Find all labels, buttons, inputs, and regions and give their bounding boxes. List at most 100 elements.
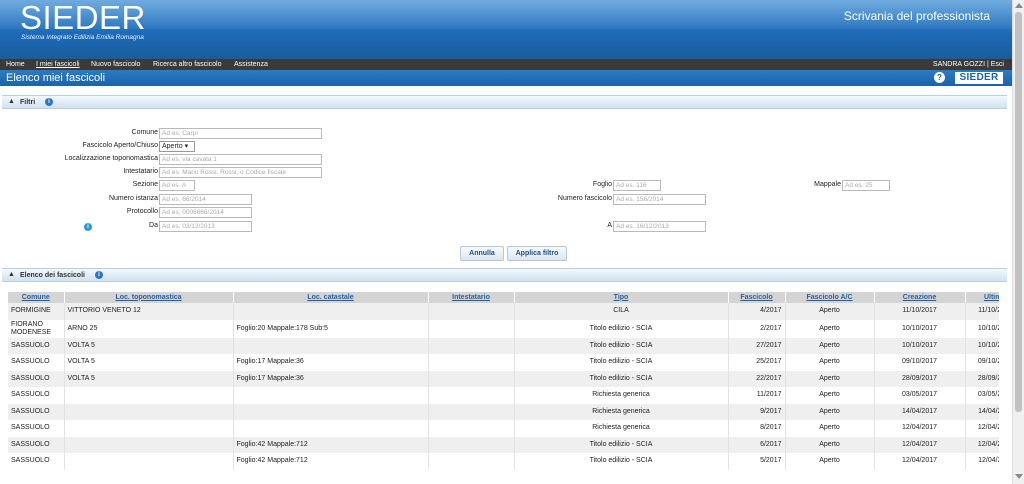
table-row[interactable]: SASSUOLO VOLTA 5 Titolo edilizio - SCIA 27/… <box>8 337 999 354</box>
cell-loc-toponomastica <box>64 420 234 437</box>
table-row[interactable]: SASSUOLO Richiesta generica 11/2017 Aperto 0… <box>8 387 999 404</box>
col-header-ultima-modifica[interactable]: Ultima modifica <box>965 292 999 303</box>
cell-loc-catastale: Foglio:20 Mappale:178 Sub:5 <box>233 319 429 338</box>
cell-loc-toponomastica: ARNO 25 <box>64 319 234 338</box>
da-input[interactable]: Ad es. 03/12/2013 <box>159 221 252 232</box>
info-icon[interactable]: i <box>95 271 103 279</box>
sezione-label: Sezione <box>132 181 158 188</box>
page-scrollbar[interactable] <box>1012 0 1024 484</box>
cell-creazione: 12/04/2017 <box>874 436 966 453</box>
header-right-title: Scrivania del professionista <box>843 9 990 23</box>
table-row[interactable]: FORMIGINE VITTORIO VENETO 12 CILA 4/2017 Ape… <box>8 303 999 320</box>
table-row[interactable]: SASSUOLO Foglio:42 Mappale:712 Titolo edil… <box>8 436 999 453</box>
logout-link[interactable]: Esci <box>991 61 1004 68</box>
cell-comune: SASSUOLO <box>8 403 65 420</box>
scroll-thumb[interactable] <box>1015 12 1022 412</box>
page-title: Elenco miei fascicoli <box>6 72 106 84</box>
col-header-intestatario[interactable]: Intestatario <box>428 292 515 303</box>
table-row[interactable]: SASSUOLO Richiesta generica 9/2017 Aperto 14… <box>8 403 999 420</box>
fascicoli-table-wrap: Comune Loc. toponomastica Loc. catastale… <box>8 292 999 482</box>
num-fascicolo-input[interactable]: Ad es. 156/2014 <box>613 194 706 205</box>
cell-loc-catastale <box>233 387 429 404</box>
cell-creazione: 10/10/2017 <box>874 337 966 354</box>
cell-intestatario <box>428 354 515 371</box>
cell-ultima-modifica: 03/05/2017 12:49:54 <box>965 387 999 404</box>
app-header: SIEDER Sistema Integrato Edilizia Emilia… <box>0 0 1012 59</box>
cell-loc-toponomastica <box>64 436 234 453</box>
sieder-logo[interactable]: SIEDER <box>20 0 146 36</box>
cell-fascicolo-ac: Aperto <box>785 303 875 320</box>
comune-label: Comune <box>131 129 158 136</box>
cell-comune: FIORANO MODENESE <box>8 319 65 338</box>
cell-intestatario <box>428 303 515 320</box>
col-header-tipo[interactable]: Tipo <box>514 292 729 303</box>
sezione-input[interactable]: Ad es. A <box>159 180 195 191</box>
col-header-creazione[interactable]: Creazione <box>874 292 966 303</box>
table-row[interactable]: SASSUOLO VOLTA 5 Foglio:17 Mappale:36 Titol… <box>8 354 999 371</box>
col-header-fascicolo-ac[interactable]: Fascicolo A/C <box>785 292 875 303</box>
cell-fascicolo: 27/2017 <box>728 337 786 354</box>
cell-fascicolo-ac: Aperto <box>785 436 875 453</box>
aperto-select-value: Aperto <box>162 143 183 150</box>
cell-loc-catastale <box>233 420 429 437</box>
info-icon[interactable]: i <box>45 98 53 106</box>
help-icon[interactable]: ? <box>934 72 945 83</box>
applica-filtro-button[interactable]: Applica filtro <box>507 246 567 261</box>
nav-assistenza[interactable]: Assistenza <box>234 60 268 69</box>
cell-fascicolo-ac: Aperto <box>785 420 875 437</box>
comune-input[interactable]: Ad es. Carpi <box>159 128 322 139</box>
table-row[interactable]: FIORANO MODENESE ARNO 25 Foglio:20 Mappale… <box>8 319 999 338</box>
col-header-loc-toponomastica[interactable]: Loc. toponomastica <box>64 292 234 303</box>
foglio-label: Foglio <box>592 181 612 188</box>
aperto-select[interactable]: Aperto ▾ <box>159 141 195 152</box>
col-header-fascicolo[interactable]: Fascicolo <box>728 292 786 303</box>
cell-intestatario <box>428 420 515 437</box>
top-nav: Home I miei fascicoli Nuovo fascicolo Ri… <box>0 59 1012 70</box>
cell-tipo: Titolo edilizio - SCIA <box>514 319 729 338</box>
istanza-input[interactable]: Ad es. 66/2014 <box>159 194 252 205</box>
table-row[interactable]: SASSUOLO VOLTA 5 Foglio:17 Mappale:36 Titol… <box>8 370 999 387</box>
table-row[interactable]: SASSUOLO Richiesta generica 8/2017 Aperto 12… <box>8 420 999 437</box>
nav-nuovo-fascicolo[interactable]: Nuovo fascicolo <box>91 60 140 69</box>
cell-loc-catastale: Foglio:42 Mappale:712 <box>233 436 429 453</box>
cell-fascicolo-ac: Aperto <box>785 337 875 354</box>
list-section-header[interactable]: ▲ Elenco dei fascicoli i <box>2 268 1007 282</box>
cell-comune: SASSUOLO <box>8 370 65 387</box>
collapse-chevron-icon[interactable]: ▲ <box>8 98 15 105</box>
cell-fascicolo: 4/2017 <box>728 303 786 320</box>
nav-home[interactable]: Home <box>6 60 25 69</box>
cell-ultima-modifica: 12/04/2017 12:44:57 <box>965 436 999 453</box>
annulla-button[interactable]: Annulla <box>460 246 504 261</box>
fascicoli-table: Comune Loc. toponomastica Loc. catastale… <box>8 292 999 470</box>
cell-ultima-modifica: 10/10/2017 12:25:37 <box>965 337 999 354</box>
localizzazione-label: Localizzazione toponomastica <box>64 155 158 162</box>
cell-fascicolo: 11/2017 <box>728 387 786 404</box>
scroll-down-arrow-icon[interactable] <box>1015 474 1023 479</box>
col-header-comune[interactable]: Comune <box>8 292 65 303</box>
mappale-input[interactable]: Ad es. 25 <box>842 180 890 191</box>
cell-creazione: 10/10/2017 <box>874 319 966 338</box>
cell-creazione: 09/10/2017 <box>874 354 966 371</box>
table-header-row: Comune Loc. toponomastica Loc. catastale… <box>8 292 999 303</box>
filters-section-header[interactable]: ▲ Filtri i <box>2 95 1007 109</box>
a-input[interactable]: Ad es. 16/12/2013 <box>613 221 706 232</box>
foglio-input[interactable]: Ad es. 116 <box>613 180 661 191</box>
date-info-icon[interactable]: i <box>84 223 92 231</box>
cell-creazione: 11/10/2017 <box>874 303 966 320</box>
nav-miei-fascicoli[interactable]: I miei fascicoli <box>36 60 80 69</box>
cell-fascicolo: 22/2017 <box>728 370 786 387</box>
protocollo-input[interactable]: Ad es. 0006666/2014 <box>159 207 252 218</box>
intestatario-input[interactable]: Ad es. Mario Rossi, Rossi, o Codice fisc… <box>159 167 322 178</box>
collapse-chevron-icon[interactable]: ▲ <box>8 271 15 278</box>
sieder-mini-logo[interactable]: SIEDER <box>955 72 1003 84</box>
cell-fascicolo-ac: Aperto <box>785 403 875 420</box>
scroll-up-arrow-icon[interactable] <box>1015 3 1023 8</box>
col-header-loc-catastale[interactable]: Loc. catastale <box>233 292 429 303</box>
cell-fascicolo: 25/2017 <box>728 354 786 371</box>
cell-ultima-modifica: 28/09/2017 09:12:24 <box>965 370 999 387</box>
table-body: FORMIGINE VITTORIO VENETO 12 CILA 4/2017 Ape… <box>8 303 999 470</box>
nav-ricerca-fascicolo[interactable]: Ricerca altro fascicolo <box>153 60 221 69</box>
localizzazione-input[interactable]: Ad es. via cavata 1 <box>159 154 322 165</box>
table-row[interactable]: SASSUOLO Foglio:42 Mappale:712 Titolo edil… <box>8 453 999 470</box>
mappale-label: Mappale <box>814 181 841 188</box>
